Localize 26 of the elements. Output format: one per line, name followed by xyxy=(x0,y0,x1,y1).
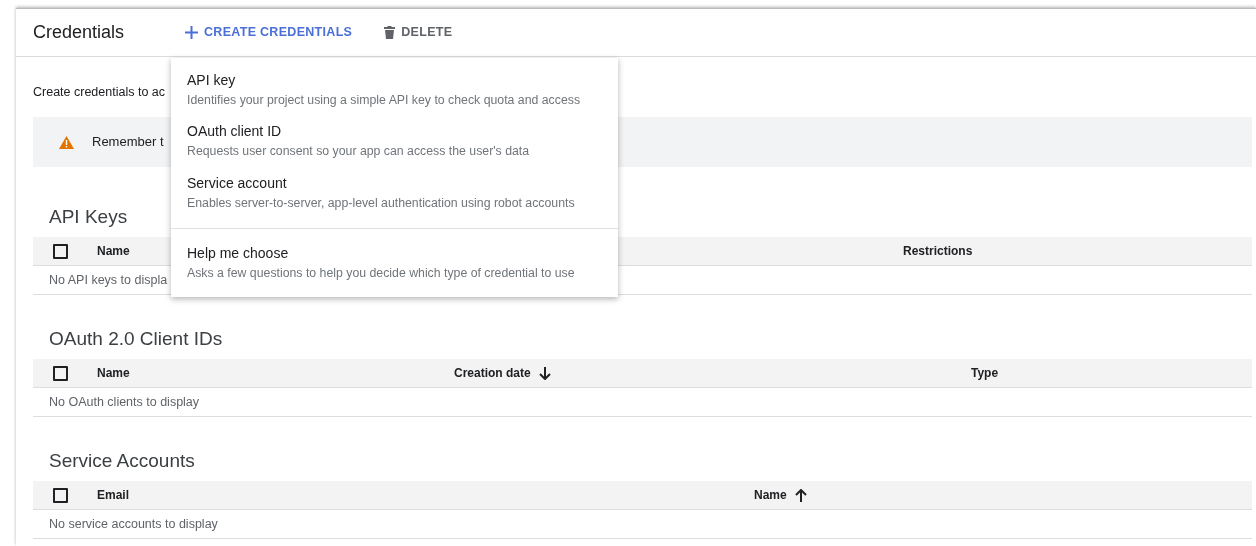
delete-button[interactable]: DELETE xyxy=(384,19,453,46)
create-credentials-button[interactable]: CREATE CREDENTIALS xyxy=(185,19,353,46)
select-all-checkbox[interactable] xyxy=(53,243,68,259)
empty-message: No service accounts to display xyxy=(33,510,1252,539)
column-header[interactable]: Type xyxy=(971,364,1252,382)
column-header[interactable]: Restrictions xyxy=(903,242,1252,260)
menu-item[interactable]: Help me choose Asks a few questions to help you decide which type of credential to use xyxy=(171,228,618,289)
empty-message: No OAuth clients to display xyxy=(33,388,1252,417)
intro-text: Create credentials to ac xyxy=(33,84,165,101)
trash-icon xyxy=(384,26,396,39)
select-all-checkbox[interactable] xyxy=(53,365,68,381)
column-header[interactable]: Email xyxy=(97,486,754,504)
column-header[interactable]: Name xyxy=(754,486,1252,504)
section-title: API Keys xyxy=(48,204,128,229)
plus-icon xyxy=(185,26,198,39)
section-title: OAuth 2.0 Client IDs xyxy=(48,326,223,351)
column-header[interactable]: Name xyxy=(97,364,454,382)
section-title: Service Accounts xyxy=(48,448,195,473)
column-header[interactable]: Creation date xyxy=(454,364,971,382)
page-title: Credentials xyxy=(33,21,126,44)
menu-item[interactable]: OAuth client ID Requests user consent so your app can access the user's data xyxy=(171,115,618,167)
menu-item[interactable]: Service account Enables server-to-server, app-level authentication using robot accounts xyxy=(171,166,618,219)
select-all-checkbox[interactable] xyxy=(53,487,68,503)
banner-text: Remember t xyxy=(92,133,164,152)
menu-item[interactable]: API key Identifies your project using a simple API key to check quota and access xyxy=(171,64,618,116)
warning-icon xyxy=(59,135,74,149)
